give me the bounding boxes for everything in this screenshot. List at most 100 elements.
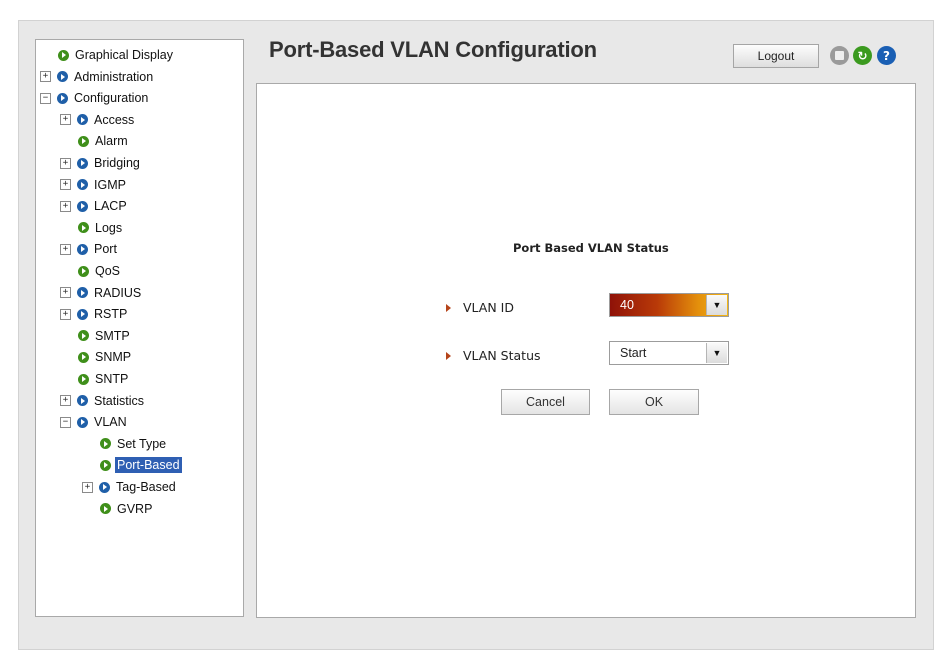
nav-item-vlan[interactable]: − VLAN [60, 413, 129, 431]
expand-icon[interactable]: + [60, 308, 71, 320]
folder-node-icon [77, 308, 88, 320]
nav-item-label: Set Type [117, 436, 167, 451]
refresh-icon[interactable]: ↻ [853, 46, 872, 65]
folder-node-icon [77, 157, 88, 169]
nav-item-gvrp[interactable]: GVRP [100, 500, 154, 518]
nav-item-snmp[interactable]: SNMP [78, 348, 133, 366]
save-icon-glyph [835, 51, 844, 60]
nav-item-label: Port-Based [115, 457, 182, 474]
cancel-button[interactable]: Cancel [501, 389, 590, 415]
nav-item-label: IGMP [94, 177, 126, 192]
folder-node-icon [77, 114, 88, 126]
nav-item-graphical-display[interactable]: Graphical Display [58, 46, 175, 64]
nav-item-qos[interactable]: QoS [78, 262, 122, 280]
nav-item-label: RADIUS [94, 285, 142, 300]
nav-item-port-based[interactable]: Port-Based [100, 456, 182, 474]
folder-node-icon [77, 416, 88, 428]
folder-node-icon [57, 92, 68, 104]
page-node-icon [58, 49, 69, 61]
page-node-icon [78, 135, 89, 147]
navigation-tree: Graphical Display + Administration − Configu… [35, 39, 244, 617]
nav-item-lacp[interactable]: + LACP [60, 197, 129, 215]
app-frame: Graphical Display + Administration − Configu… [18, 20, 934, 650]
page-node-icon [100, 438, 111, 450]
nav-item-port[interactable]: + Port [60, 240, 119, 258]
folder-node-icon [99, 481, 110, 493]
logout-button[interactable]: Logout [733, 44, 819, 68]
chevron-down-icon[interactable]: ▼ [706, 343, 727, 363]
content-panel: Port Based VLAN Status VLAN ID 40 ▼ VLAN… [256, 83, 916, 618]
nav-item-rstp[interactable]: + RSTP [60, 305, 129, 323]
nav-item-label: Administration [74, 69, 154, 84]
nav-item-label: QoS [95, 264, 121, 278]
expand-icon[interactable]: + [40, 71, 51, 83]
nav-item-label: Graphical Display [75, 48, 173, 62]
folder-node-icon [77, 287, 88, 299]
expand-icon[interactable]: + [60, 287, 71, 299]
nav-item-label: Alarm [95, 134, 128, 149]
nav-item-label: Logs [95, 220, 123, 235]
nav-item-label: RSTP [94, 307, 128, 322]
page-node-icon [78, 330, 89, 342]
nav-item-label: SNTP [95, 372, 129, 386]
folder-node-icon [77, 395, 88, 407]
ok-button[interactable]: OK [609, 389, 699, 415]
expand-icon[interactable]: + [60, 200, 71, 212]
help-icon[interactable]: ? [877, 46, 896, 65]
expand-icon[interactable]: + [82, 481, 93, 493]
nav-item-bridging[interactable]: + Bridging [60, 154, 142, 172]
nav-item-label: Bridging [94, 156, 140, 170]
nav-item-label: VLAN [94, 415, 127, 430]
page-node-icon [100, 459, 111, 471]
nav-item-igmp[interactable]: + IGMP [60, 176, 128, 194]
nav-item-label: SMTP [95, 328, 130, 343]
vlan-id-select[interactable]: 40 ▼ [609, 293, 729, 317]
chevron-down-icon[interactable]: ▼ [706, 295, 727, 315]
folder-node-icon [77, 179, 88, 191]
nav-item-label: Tag-Based [116, 480, 176, 494]
nav-item-logs[interactable]: Logs [78, 219, 124, 237]
page-title: Port-Based VLAN Configuration [269, 37, 597, 62]
vlan-status-value: Start [620, 346, 647, 360]
nav-item-label: SNMP [95, 350, 132, 365]
nav-item-label: Statistics [94, 393, 145, 408]
nav-item-label: GVRP [117, 501, 153, 516]
folder-node-icon [57, 71, 68, 83]
page-node-icon [100, 503, 111, 515]
collapse-icon[interactable]: − [60, 416, 71, 428]
collapse-icon[interactable]: − [40, 92, 51, 104]
form-heading: Port Based VLAN Status [513, 241, 669, 255]
expand-icon[interactable]: + [60, 243, 71, 255]
nav-item-access[interactable]: + Access [60, 111, 136, 129]
page-node-icon [78, 351, 89, 363]
page-node-icon [78, 222, 89, 234]
nav-item-sntp[interactable]: SNTP [78, 370, 130, 388]
vlan-status-row: VLAN Status [446, 348, 541, 363]
nav-item-label: Configuration [74, 91, 149, 106]
page-node-icon [78, 373, 89, 385]
nav-item-statistics[interactable]: + Statistics [60, 392, 146, 410]
save-icon[interactable] [830, 46, 849, 65]
page-node-icon [78, 265, 89, 277]
nav-item-label: Access [94, 112, 135, 127]
nav-item-configuration[interactable]: − Configuration [40, 89, 150, 107]
vlan-id-value: 40 [620, 298, 634, 312]
vlan-status-select[interactable]: Start ▼ [609, 341, 729, 365]
nav-item-smtp[interactable]: SMTP [78, 327, 132, 345]
expand-icon[interactable]: + [60, 179, 71, 191]
folder-node-icon [77, 200, 88, 212]
nav-item-label: LACP [94, 199, 127, 214]
arrow-right-icon [446, 303, 451, 312]
nav-item-administration[interactable]: + Administration [40, 68, 155, 86]
expand-icon[interactable]: + [60, 395, 71, 407]
nav-item-tag-based[interactable]: + Tag-Based [82, 478, 178, 496]
nav-item-alarm[interactable]: Alarm [78, 132, 130, 150]
vlan-id-row: VLAN ID [446, 300, 514, 315]
expand-icon[interactable]: + [60, 157, 71, 169]
folder-node-icon [77, 243, 88, 255]
vlan-status-label: VLAN Status [463, 348, 541, 363]
arrow-right-icon [446, 351, 451, 360]
expand-icon[interactable]: + [60, 114, 71, 126]
nav-item-set-type[interactable]: Set Type [100, 435, 168, 453]
nav-item-radius[interactable]: + RADIUS [60, 284, 143, 302]
